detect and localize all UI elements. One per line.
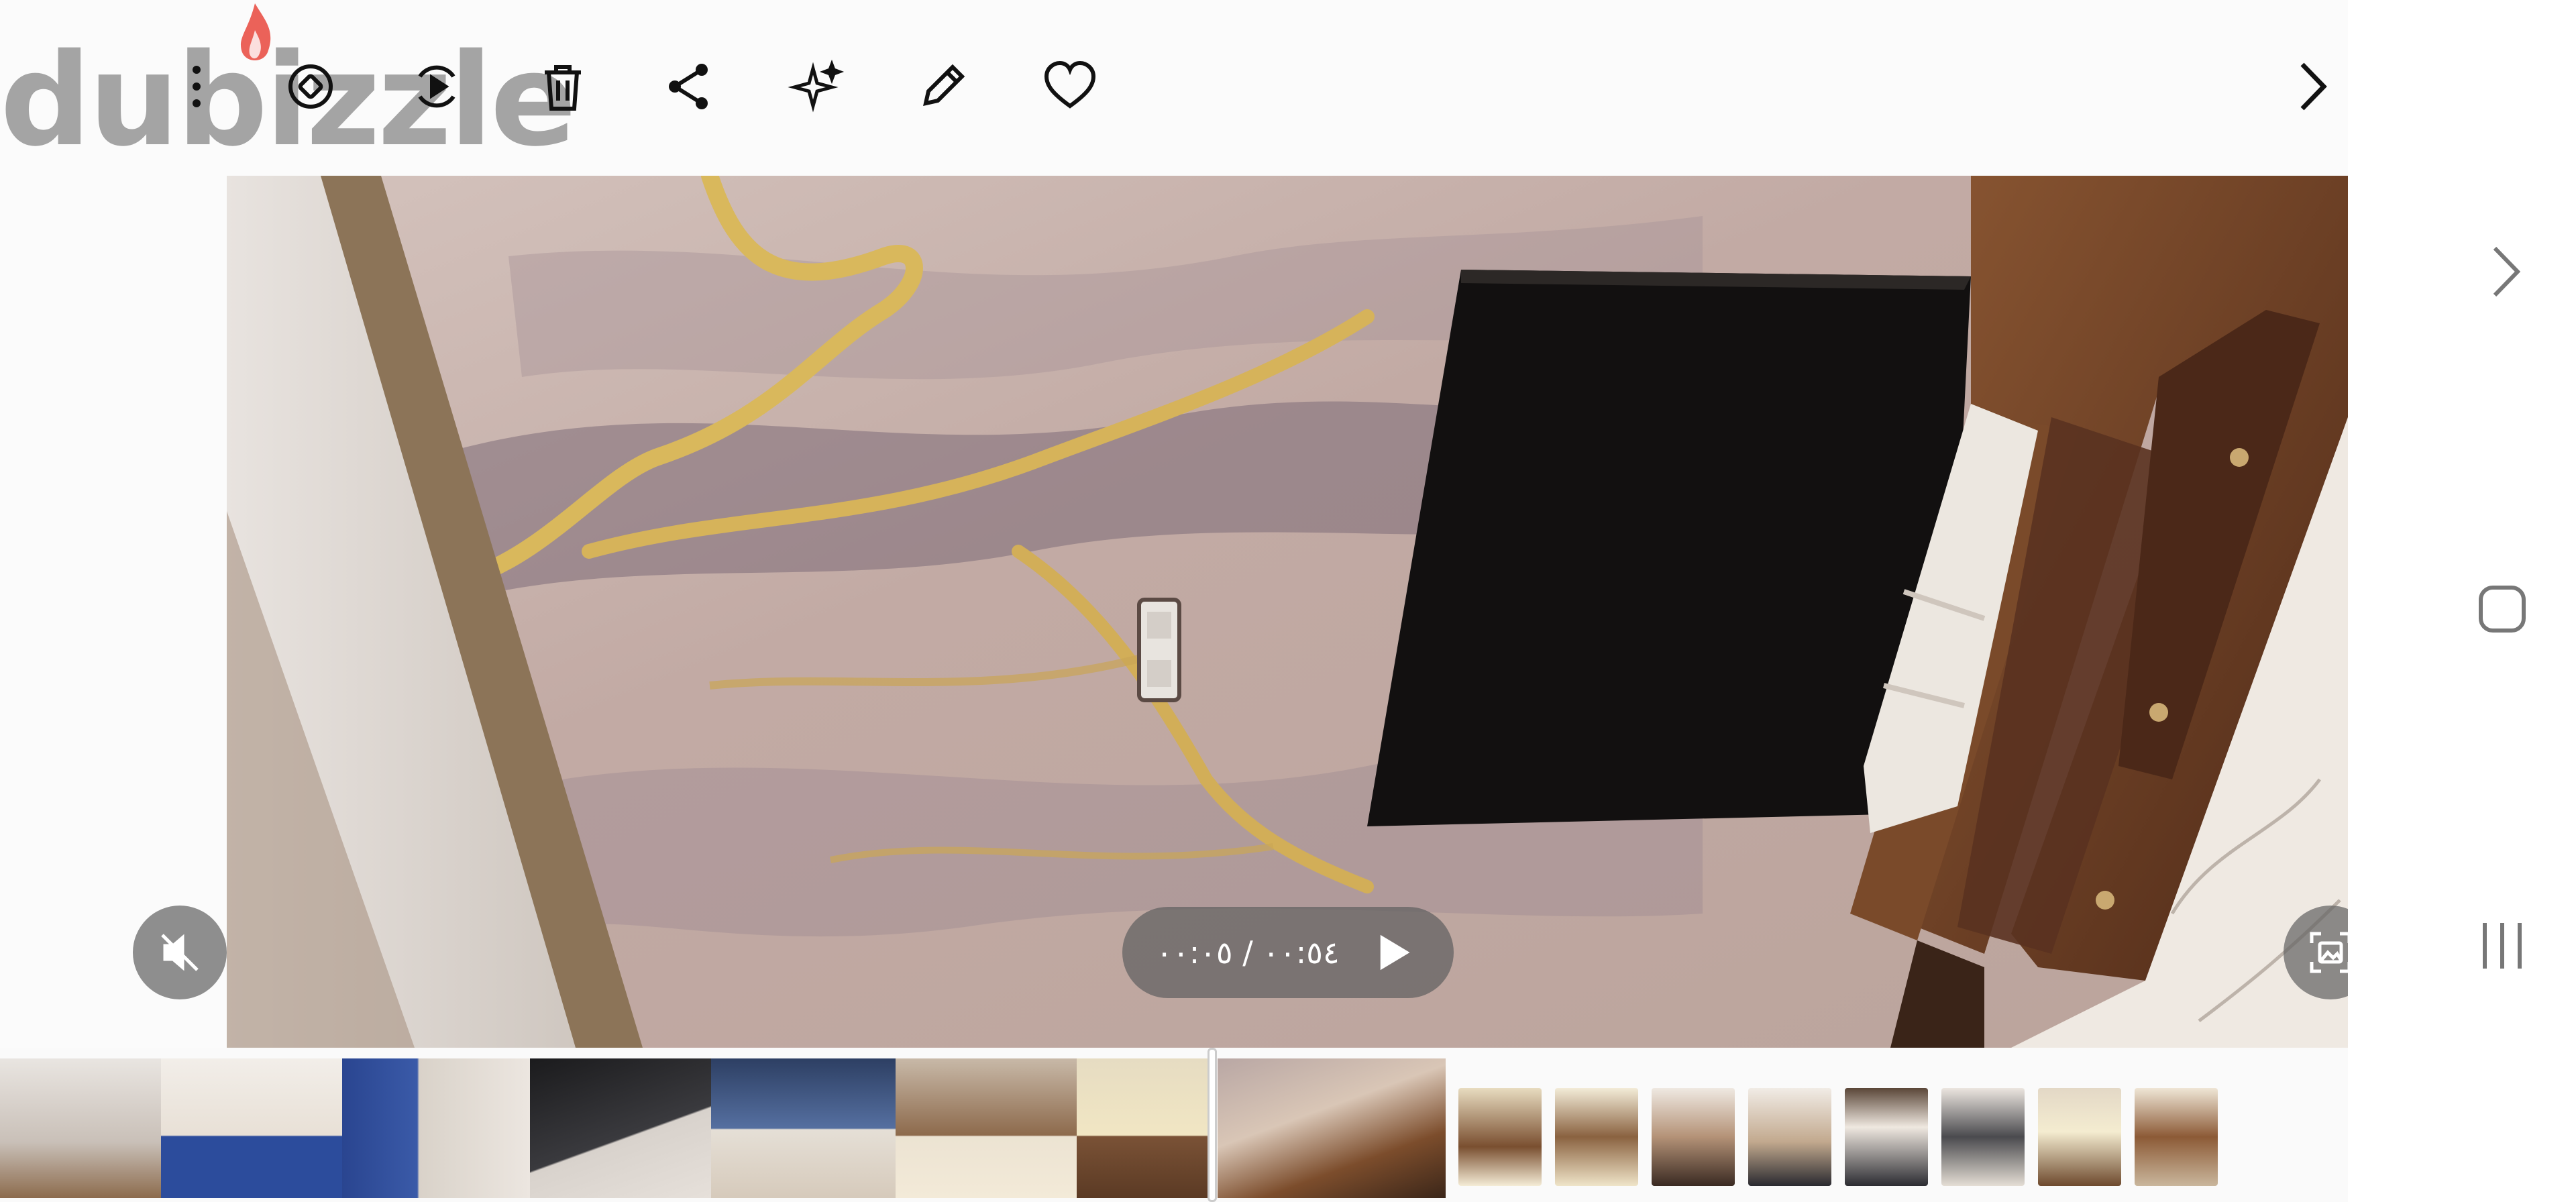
rotate-icon xyxy=(288,64,333,109)
thumbnail[interactable] xyxy=(1652,1088,1735,1186)
timeline-frame xyxy=(161,1058,342,1198)
delete-icon xyxy=(545,65,581,111)
thumbnail[interactable] xyxy=(1748,1088,1831,1186)
next-icon xyxy=(2300,62,2327,111)
effects-button[interactable] xyxy=(775,46,857,127)
playback-pill: ٠٠:٥٤ / ٠٠:٠٥ xyxy=(1122,907,1454,998)
thumbnail[interactable] xyxy=(2135,1088,2218,1186)
next-button[interactable] xyxy=(2271,46,2353,127)
share-button[interactable] xyxy=(648,46,730,127)
play-speed-icon xyxy=(418,65,455,108)
rotate-button[interactable] xyxy=(270,46,352,127)
filmstrip-timeline[interactable] xyxy=(0,1048,2348,1202)
home-icon[interactable] xyxy=(2475,582,2529,636)
timeline-scrubber-handle[interactable] xyxy=(1208,1048,1217,1202)
play-speed-button[interactable] xyxy=(396,46,478,127)
timeline-frame xyxy=(530,1058,711,1198)
photo-viewer-screen: dubizzle ٠٠:٥٤ / ٠٠:٠٥ xyxy=(0,0,2576,1202)
timeline-frame xyxy=(1077,1058,1211,1198)
back-chevron-icon[interactable] xyxy=(2485,243,2526,300)
mute-button[interactable] xyxy=(133,906,227,999)
playback-time: ٠٠:٥٤ / ٠٠:٠٥ xyxy=(1156,934,1339,971)
timeline-frame xyxy=(342,1058,530,1198)
current-time: ٠٠:٠٥ xyxy=(1156,934,1233,971)
timeline-frame xyxy=(711,1058,896,1198)
favorite-button[interactable] xyxy=(1029,46,1111,127)
effects-icon xyxy=(788,59,845,113)
muted-speaker-icon xyxy=(161,934,199,971)
thumbnail[interactable] xyxy=(1555,1088,1638,1186)
more-options-icon xyxy=(193,66,201,107)
thumbnail[interactable] xyxy=(1941,1088,2025,1186)
thumbnail[interactable] xyxy=(2038,1088,2121,1186)
edit-button[interactable] xyxy=(902,46,983,127)
timeline-frame xyxy=(0,1058,161,1198)
thumbnail[interactable] xyxy=(1458,1088,1542,1186)
delete-button[interactable] xyxy=(522,46,604,127)
thumbnail[interactable] xyxy=(1845,1088,1928,1186)
total-time: ٠٠:٥٤ xyxy=(1263,934,1340,971)
edit-icon xyxy=(923,64,965,106)
play-button[interactable] xyxy=(1366,926,1420,979)
timeline-frame xyxy=(1218,1058,1446,1198)
recents-icon[interactable] xyxy=(2475,919,2529,973)
play-icon xyxy=(1380,934,1410,971)
favorite-icon xyxy=(1044,60,1096,109)
timeline-frame xyxy=(896,1058,1077,1198)
top-toolbar: dubizzle xyxy=(0,0,2348,176)
system-navigation-bar xyxy=(2348,0,2576,1202)
share-icon xyxy=(669,64,708,109)
time-separator: / xyxy=(1242,934,1253,971)
more-options-button[interactable] xyxy=(156,46,237,127)
